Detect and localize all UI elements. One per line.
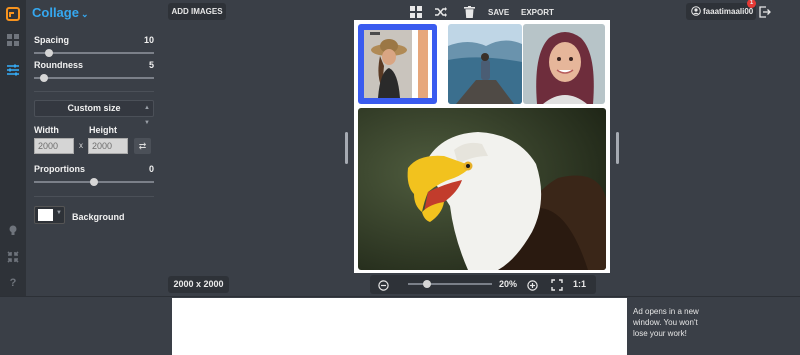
times-sign: x xyxy=(79,141,83,150)
roundness-slider[interactable] xyxy=(34,74,154,82)
user-icon xyxy=(691,6,701,18)
icon-rail: ? xyxy=(0,0,26,296)
add-images-button[interactable]: ADD IMAGES xyxy=(168,3,226,20)
username: faaatimaali00 xyxy=(703,7,754,16)
shrink-icon[interactable] xyxy=(5,249,21,265)
sliders-icon[interactable] xyxy=(5,62,21,78)
fit-screen-icon[interactable] xyxy=(551,278,563,296)
swap-dimensions-button[interactable]: ⇄ xyxy=(134,138,151,154)
collage-cell-selected[interactable] xyxy=(358,24,437,104)
background-label: Background xyxy=(72,212,125,222)
help-icon[interactable]: ? xyxy=(5,275,21,291)
notification-badge: 1 xyxy=(747,0,756,8)
advertisement-area[interactable] xyxy=(172,298,627,355)
chevron-down-icon: ⌄ xyxy=(80,9,89,19)
size-mode-value: Custom size xyxy=(67,103,121,113)
app-logo-icon[interactable] xyxy=(5,6,21,22)
roundness-slider-knob[interactable] xyxy=(40,74,48,82)
app-title-dropdown[interactable]: Collage ⌄ xyxy=(32,5,89,20)
actual-size-button[interactable]: 1:1 xyxy=(573,279,586,289)
zoom-bar: 20% 1:1 xyxy=(370,275,596,294)
shuffle-icon[interactable] xyxy=(434,5,448,19)
proportions-value: 0 xyxy=(148,164,154,174)
background-color-swatch xyxy=(38,209,53,221)
divider xyxy=(34,196,154,197)
ad-note: Ad opens in a new window. You won't lose… xyxy=(633,307,699,338)
zoom-level: 20% xyxy=(499,279,518,289)
app-title: Collage xyxy=(32,5,79,20)
lightbulb-icon[interactable] xyxy=(5,222,21,238)
background-color-picker[interactable]: ▼ xyxy=(34,206,65,224)
proportions-slider[interactable] xyxy=(34,178,154,186)
spacing-label: Spacing xyxy=(34,35,70,45)
save-button[interactable]: SAVE xyxy=(488,8,509,17)
export-button[interactable]: EXPORT xyxy=(521,8,554,17)
swap-icon: ⇄ xyxy=(138,141,147,151)
zoom-in-icon[interactable] xyxy=(527,278,538,296)
collage-cell[interactable] xyxy=(448,24,522,104)
trash-icon[interactable] xyxy=(462,5,476,19)
proportions-slider-knob[interactable] xyxy=(90,178,98,186)
roundness-label: Roundness xyxy=(34,60,84,70)
collage-canvas[interactable] xyxy=(354,20,610,273)
height-input[interactable]: 2000 xyxy=(88,138,128,154)
collage-cell[interactable] xyxy=(358,108,606,270)
width-input[interactable]: 2000 xyxy=(34,138,74,154)
collage-cell[interactable] xyxy=(523,24,605,104)
spacing-slider[interactable] xyxy=(34,49,154,57)
size-mode-select[interactable]: Custom size ▲ ▼ xyxy=(34,100,154,126)
divider xyxy=(34,91,154,92)
user-account-button[interactable]: faaatimaali00 1 xyxy=(686,0,756,20)
select-arrows-icon: ▲ ▼ xyxy=(144,105,150,126)
zoom-slider[interactable] xyxy=(408,280,492,288)
zoom-slider-knob[interactable] xyxy=(423,280,431,288)
height-label: Height xyxy=(89,125,117,135)
layout-grid-icon[interactable] xyxy=(409,5,423,19)
proportions-label: Proportions xyxy=(34,164,85,174)
canvas-dimensions: 2000 x 2000 xyxy=(168,276,229,293)
left-resize-handle[interactable] xyxy=(345,132,348,164)
caret-down-icon: ▼ xyxy=(56,210,62,216)
spacing-value: 10 xyxy=(143,35,154,45)
logout-icon[interactable] xyxy=(758,5,772,19)
right-resize-handle[interactable] xyxy=(616,132,619,164)
zoom-out-icon[interactable] xyxy=(378,278,389,296)
spacing-slider-knob[interactable] xyxy=(45,49,53,57)
layout-grid-icon[interactable] xyxy=(5,32,21,48)
settings-panel: Collage ⌄ Spacing 10 Roundness 5 Custom s… xyxy=(26,0,164,296)
width-label: Width xyxy=(34,125,59,135)
roundness-value: 5 xyxy=(148,60,154,70)
